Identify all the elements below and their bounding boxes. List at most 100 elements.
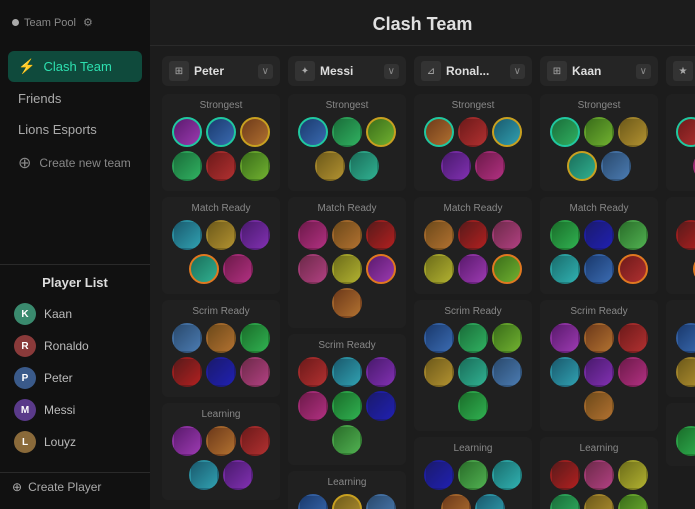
champion-icon[interactable] [206, 117, 236, 147]
champion-icon[interactable] [475, 494, 505, 509]
champion-icon[interactable] [458, 357, 488, 387]
champion-icon[interactable] [172, 323, 202, 353]
champion-icon[interactable] [618, 323, 648, 353]
champion-icon[interactable] [332, 254, 362, 284]
champion-icon[interactable] [366, 494, 396, 509]
champion-icon[interactable] [240, 151, 270, 181]
champion-icon[interactable] [366, 357, 396, 387]
player-item[interactable]: P Peter [12, 362, 138, 394]
champion-icon[interactable] [240, 426, 270, 456]
champion-icon[interactable] [458, 391, 488, 421]
champion-icon[interactable] [172, 357, 202, 387]
col-dropdown[interactable]: ∨ [636, 64, 651, 79]
champion-icon[interactable] [550, 117, 580, 147]
player-item[interactable]: M Messi [12, 394, 138, 426]
create-player-button[interactable]: ⊕ Create Player [0, 472, 150, 501]
champion-icon[interactable] [332, 117, 362, 147]
champion-icon[interactable] [298, 357, 328, 387]
champion-icon[interactable] [206, 220, 236, 250]
champion-icon[interactable] [584, 323, 614, 353]
champion-icon[interactable] [206, 323, 236, 353]
champion-icon[interactable] [240, 220, 270, 250]
champion-icon[interactable] [206, 426, 236, 456]
champion-icon[interactable] [550, 460, 580, 490]
champion-icon[interactable] [366, 254, 396, 284]
champion-icon[interactable] [601, 151, 631, 181]
champion-icon[interactable] [458, 254, 488, 284]
champion-icon[interactable] [584, 220, 614, 250]
champion-icon[interactable] [189, 460, 219, 490]
champion-icon[interactable] [424, 220, 454, 250]
champion-icon[interactable] [424, 117, 454, 147]
champion-icon[interactable] [298, 220, 328, 250]
champion-icon[interactable] [298, 117, 328, 147]
champion-icon[interactable] [618, 254, 648, 284]
champion-icon[interactable] [676, 323, 695, 353]
champion-icon[interactable] [366, 220, 396, 250]
champion-icon[interactable] [676, 117, 695, 147]
champion-icon[interactable] [240, 323, 270, 353]
champion-icon[interactable] [492, 323, 522, 353]
champion-icon[interactable] [567, 151, 597, 181]
champion-icon[interactable] [206, 357, 236, 387]
champion-icon[interactable] [441, 151, 471, 181]
champion-icon[interactable] [550, 494, 580, 509]
champion-icon[interactable] [349, 151, 379, 181]
champion-icon[interactable] [458, 323, 488, 353]
champion-icon[interactable] [584, 254, 614, 284]
player-item[interactable]: K Kaan [12, 298, 138, 330]
champion-icon[interactable] [332, 357, 362, 387]
champion-icon[interactable] [223, 460, 253, 490]
champion-icon[interactable] [492, 220, 522, 250]
champion-icon[interactable] [298, 494, 328, 509]
champion-icon[interactable] [550, 357, 580, 387]
champion-icon[interactable] [584, 117, 614, 147]
col-dropdown[interactable]: ∨ [510, 64, 525, 79]
champion-icon[interactable] [458, 220, 488, 250]
champion-icon[interactable] [240, 357, 270, 387]
champion-icon[interactable] [223, 254, 253, 284]
champion-icon[interactable] [676, 220, 695, 250]
champion-icon[interactable] [172, 220, 202, 250]
champion-icon[interactable] [298, 391, 328, 421]
champion-icon[interactable] [676, 426, 695, 456]
champion-icon[interactable] [458, 460, 488, 490]
champion-icon[interactable] [332, 220, 362, 250]
champion-icon[interactable] [475, 151, 505, 181]
champion-icon[interactable] [618, 494, 648, 509]
champion-icon[interactable] [618, 117, 648, 147]
sidebar-item-clash-team[interactable]: ⚡ Clash Team [8, 51, 142, 82]
champion-icon[interactable] [424, 460, 454, 490]
champion-icon[interactable] [550, 323, 580, 353]
champion-icon[interactable] [315, 151, 345, 181]
champion-icon[interactable] [584, 391, 614, 421]
champion-icon[interactable] [424, 254, 454, 284]
champion-icon[interactable] [441, 494, 471, 509]
champion-icon[interactable] [618, 460, 648, 490]
champion-icon[interactable] [189, 254, 219, 284]
col-dropdown[interactable]: ∨ [384, 64, 399, 79]
champion-icon[interactable] [424, 357, 454, 387]
champion-icon[interactable] [332, 288, 362, 318]
champion-icon[interactable] [584, 357, 614, 387]
champion-icon[interactable] [240, 117, 270, 147]
champion-icon[interactable] [366, 391, 396, 421]
champion-icon[interactable] [492, 460, 522, 490]
champion-icon[interactable] [332, 494, 362, 509]
col-dropdown[interactable]: ∨ [258, 64, 273, 79]
sidebar-item-friends[interactable]: Friends [8, 84, 142, 113]
champion-icon[interactable] [172, 426, 202, 456]
champion-icon[interactable] [618, 220, 648, 250]
champion-icon[interactable] [458, 117, 488, 147]
player-item[interactable]: R Ronaldo [12, 330, 138, 362]
champion-icon[interactable] [492, 357, 522, 387]
champion-icon[interactable] [298, 254, 328, 284]
champion-icon[interactable] [618, 357, 648, 387]
champion-icon[interactable] [332, 391, 362, 421]
champion-icon[interactable] [584, 460, 614, 490]
sidebar-item-create-team[interactable]: ⊕ Create new team [8, 146, 142, 180]
champion-icon[interactable] [492, 117, 522, 147]
champion-icon[interactable] [676, 357, 695, 387]
champion-icon[interactable] [172, 151, 202, 181]
champion-icon[interactable] [424, 323, 454, 353]
